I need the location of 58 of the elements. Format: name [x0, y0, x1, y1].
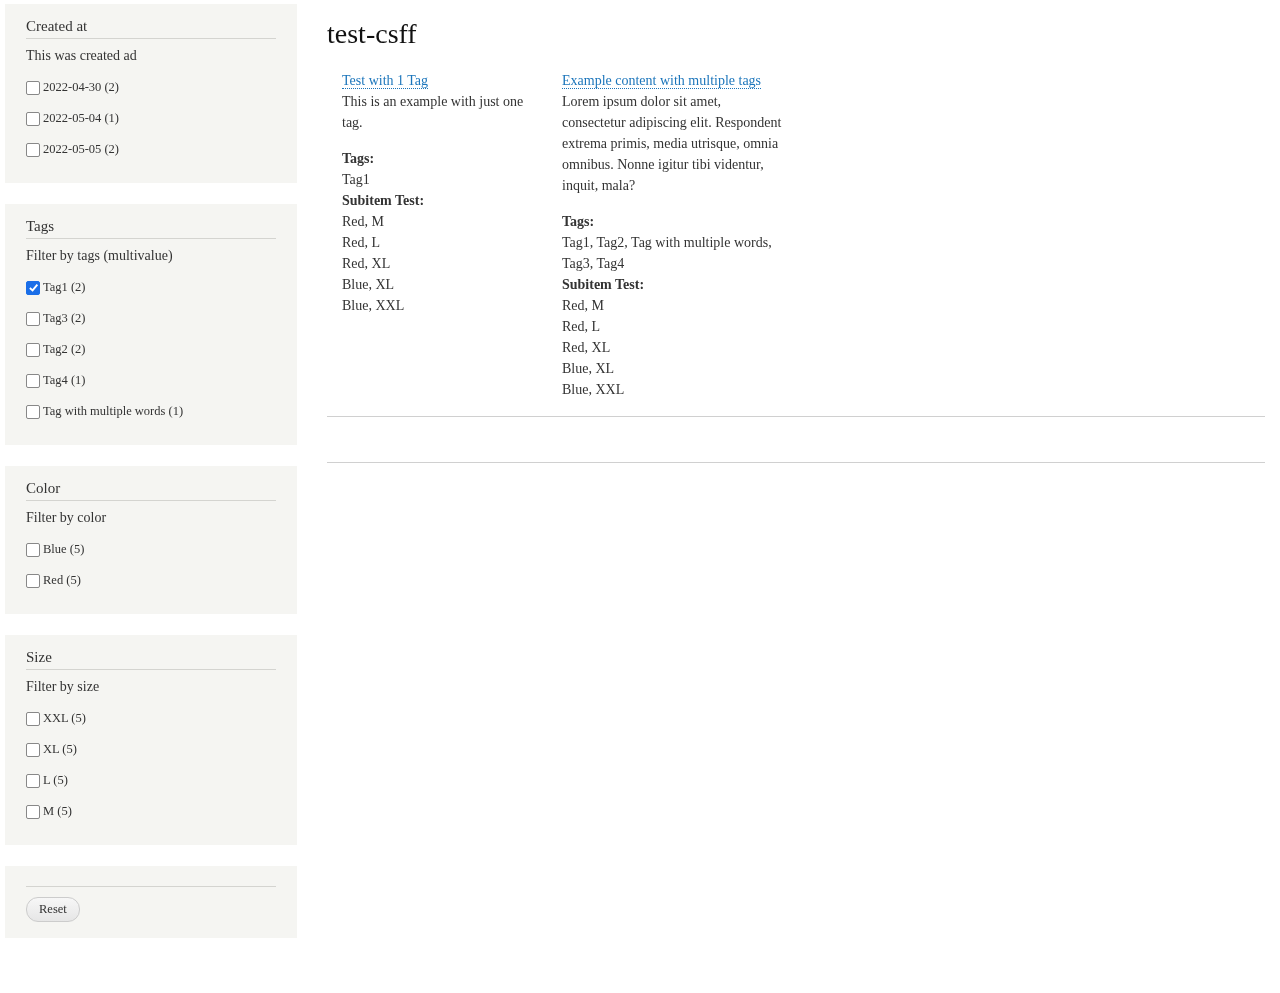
checkbox[interactable]: [26, 711, 40, 726]
option-label[interactable]: Tag1 (2): [43, 280, 86, 295]
checkbox[interactable]: [26, 111, 40, 126]
checkbox[interactable]: [26, 542, 40, 557]
checkbox[interactable]: [26, 373, 40, 388]
option-label[interactable]: 2022-05-05 (2): [43, 142, 120, 157]
option-label[interactable]: Red (5): [43, 573, 81, 588]
subitem-value: Red, XL: [562, 339, 612, 357]
subitem-value: Red, L: [342, 234, 382, 252]
option-label[interactable]: 2022-05-04 (1): [43, 111, 120, 126]
option-label[interactable]: Tag2 (2): [43, 342, 86, 357]
option-label[interactable]: Blue (5): [43, 542, 85, 557]
checkbox[interactable]: [26, 342, 40, 357]
field-label: Subitem Test:: [342, 192, 426, 210]
result-title-link[interactable]: Example content with multiple tags: [562, 73, 762, 89]
subitem-value: Blue, XXL: [562, 381, 626, 399]
option-label[interactable]: M (5): [43, 804, 72, 819]
field-label: Tags:: [342, 150, 376, 168]
checkbox[interactable]: [26, 80, 40, 95]
field-label: Subitem Test:: [562, 276, 646, 294]
checkbox[interactable]: [26, 404, 40, 419]
result-body: Lorem ipsum dolor sit amet, consectetur adipiscing elit. Respondent extrema primis, media utrisque, omnia omnibus. Nonne igitur tibi videntur, inquit, mala?: [562, 93, 783, 195]
subitem-value: Red, M: [562, 297, 605, 315]
option-label[interactable]: 2022-04-30 (2): [43, 80, 120, 95]
option-label[interactable]: Tag with multiple words (1): [43, 404, 184, 419]
filter-label: This was created ad: [26, 48, 138, 64]
subitem-value: Red, XL: [342, 255, 392, 273]
filter-label: Filter by size: [26, 679, 101, 695]
checkbox[interactable]: [26, 804, 40, 819]
field-label: Tags:: [562, 213, 596, 231]
subitem-value: Blue, XL: [342, 276, 396, 294]
checkbox[interactable]: [26, 742, 40, 757]
checkbox[interactable]: [26, 573, 40, 588]
checkbox[interactable]: [26, 773, 40, 788]
subitem-value: Blue, XXL: [342, 297, 406, 315]
checkbox[interactable]: [26, 311, 40, 326]
tags-value: Tag1: [342, 171, 371, 189]
subitem-value: Red, M: [342, 213, 385, 231]
option-label[interactable]: XXL (5): [43, 711, 86, 726]
panel-title: Created at: [26, 18, 276, 39]
panel-title: Size: [26, 649, 276, 670]
filter-label: Filter by tags (multivalue): [26, 248, 174, 264]
subitem-value: Red, L: [562, 318, 602, 336]
result-body: This is an example with just one tag.: [342, 93, 525, 132]
reset-button[interactable]: Reset: [26, 897, 80, 922]
result-title-link[interactable]: Test with 1 Tag: [342, 73, 429, 89]
option-label[interactable]: L (5): [43, 773, 68, 788]
tags-value: Tag1, Tag2, Tag with multiple words, Tag3, Tag4: [562, 234, 773, 273]
option-label[interactable]: XL (5): [43, 742, 77, 757]
option-label[interactable]: Tag3 (2): [43, 311, 86, 326]
checkbox[interactable]: [26, 280, 40, 295]
checkbox[interactable]: [26, 142, 40, 157]
page-title: test-csff: [327, 18, 418, 50]
panel-title: Color: [26, 480, 276, 501]
option-label[interactable]: Tag4 (1): [43, 373, 86, 388]
filter-label: Filter by color: [26, 510, 108, 526]
panel-title: Tags: [26, 218, 276, 239]
subitem-value: Blue, XL: [562, 360, 616, 378]
